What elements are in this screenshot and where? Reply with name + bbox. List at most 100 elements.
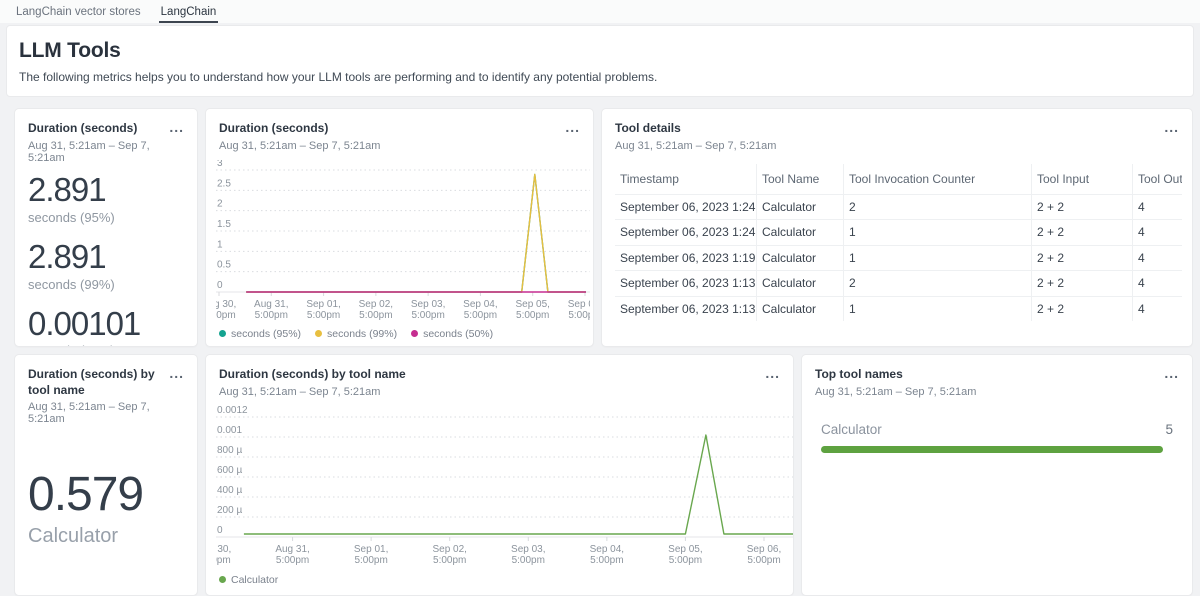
svg-text:600 µ: 600 µ bbox=[217, 465, 242, 476]
svg-text:Sep 03,: Sep 03, bbox=[411, 299, 445, 310]
panel-tool-details: Tool details Aug 31, 5:21am – Sep 7, 5:2… bbox=[601, 108, 1193, 347]
tab-langchain-vector-stores[interactable]: LangChain vector stores bbox=[14, 2, 143, 23]
table-cell: 1 bbox=[843, 297, 1031, 322]
panel-time-range: Aug 31, 5:21am – Sep 7, 5:21am bbox=[28, 140, 169, 164]
table-cell: Calculator bbox=[756, 297, 843, 322]
legend-item[interactable]: seconds (95%) bbox=[219, 328, 301, 340]
table-cell: September 06, 2023 1:24:36 bbox=[615, 200, 756, 214]
svg-text:5:00pm: 5:00pm bbox=[216, 555, 231, 566]
svg-text:2.5: 2.5 bbox=[217, 178, 231, 189]
table-cell: 2 + 2 bbox=[1031, 271, 1132, 296]
svg-text:5:00pm: 5:00pm bbox=[568, 310, 590, 321]
svg-text:Sep 05,: Sep 05, bbox=[668, 544, 702, 555]
table-cell: 1 bbox=[843, 220, 1031, 245]
table-header-cell: Tool Name bbox=[756, 164, 843, 194]
svg-text:5:00pm: 5:00pm bbox=[354, 555, 387, 566]
svg-text:0.0012: 0.0012 bbox=[217, 406, 248, 416]
svg-text:3: 3 bbox=[217, 160, 223, 169]
table-row: September 06, 2023 1:24:26Calculator12 +… bbox=[615, 219, 1182, 245]
table-cell: 2 + 2 bbox=[1031, 220, 1132, 245]
bar bbox=[821, 446, 1163, 453]
table-cell: 4 bbox=[1132, 271, 1182, 296]
panel-title: Tool details bbox=[615, 121, 776, 137]
legend-item[interactable]: seconds (50%) bbox=[411, 328, 493, 340]
panel-duration-stats: Duration (seconds) Aug 31, 5:21am – Sep … bbox=[14, 108, 198, 347]
table-cell: Calculator bbox=[756, 246, 843, 271]
svg-text:1.5: 1.5 bbox=[217, 219, 231, 230]
panel-time-range: Aug 31, 5:21am – Sep 7, 5:21am bbox=[615, 140, 776, 152]
svg-text:5:00pm: 5:00pm bbox=[216, 310, 236, 321]
svg-text:5:00pm: 5:00pm bbox=[359, 310, 392, 321]
svg-text:200 µ: 200 µ bbox=[217, 505, 242, 516]
table-cell: September 06, 2023 1:19:33 bbox=[615, 251, 756, 265]
panel-title: Duration (seconds) bbox=[219, 121, 380, 137]
panel-title: Top tool names bbox=[815, 367, 976, 383]
svg-text:5:00pm: 5:00pm bbox=[464, 310, 497, 321]
panel-menu-icon[interactable]: ... bbox=[1164, 367, 1179, 379]
panel-menu-icon[interactable]: ... bbox=[169, 121, 184, 133]
svg-text:0: 0 bbox=[217, 525, 223, 536]
legend-item[interactable]: Calculator bbox=[219, 574, 278, 586]
svg-text:5:00pm: 5:00pm bbox=[307, 310, 340, 321]
chart-legend: seconds (95%) seconds (99%) seconds (50%) bbox=[219, 328, 580, 340]
table-row: September 06, 2023 1:19:33Calculator12 +… bbox=[615, 245, 1182, 271]
svg-text:5:00pm: 5:00pm bbox=[512, 555, 545, 566]
svg-text:Sep 04,: Sep 04, bbox=[463, 299, 497, 310]
svg-text:5:00pm: 5:00pm bbox=[255, 310, 288, 321]
stat-value-p95: 2.891 bbox=[28, 172, 184, 209]
legend-dot-icon bbox=[315, 330, 322, 337]
table-cell: September 06, 2023 1:13:33 bbox=[615, 302, 756, 316]
big-stat-value: 0.579 bbox=[28, 471, 184, 519]
legend-dot-icon bbox=[219, 330, 226, 337]
table-cell: 2 bbox=[843, 195, 1031, 220]
table-cell: 4 bbox=[1132, 246, 1182, 271]
table-cell: 2 + 2 bbox=[1031, 246, 1132, 271]
table-header-cell: Tool Input bbox=[1031, 164, 1132, 194]
panel-top-tool-names: Top tool names Aug 31, 5:21am – Sep 7, 5… bbox=[801, 354, 1193, 596]
svg-text:Sep 06,: Sep 06, bbox=[747, 544, 781, 555]
table-row: September 06, 2023 1:13:39Calculator22 +… bbox=[615, 270, 1182, 296]
duration-line-chart: 00.511.522.53Aug 30,5:00pmAug 31,5:00pmS… bbox=[216, 160, 580, 322]
svg-text:Aug 31,: Aug 31, bbox=[275, 544, 309, 555]
stat-value-p99: 2.891 bbox=[28, 239, 184, 276]
big-stat-label: Calculator bbox=[28, 525, 184, 548]
svg-text:5:00pm: 5:00pm bbox=[590, 555, 623, 566]
tool-details-table: TimestampTool NameTool Invocation Counte… bbox=[615, 164, 1182, 322]
svg-text:Sep 06,: Sep 06, bbox=[568, 299, 590, 310]
panel-title: Duration (seconds) by tool name bbox=[219, 367, 406, 383]
panel-duration-by-tool-chart: Duration (seconds) by tool name Aug 31, … bbox=[205, 354, 794, 596]
svg-text:5:00pm: 5:00pm bbox=[411, 310, 444, 321]
svg-text:Sep 04,: Sep 04, bbox=[590, 544, 624, 555]
legend-dot-icon bbox=[411, 330, 418, 337]
panel-menu-icon[interactable]: ... bbox=[765, 367, 780, 379]
svg-text:Sep 02,: Sep 02, bbox=[359, 299, 393, 310]
page-header: LLM Tools The following metrics helps yo… bbox=[6, 25, 1194, 97]
legend-dot-icon bbox=[219, 576, 226, 583]
table-cell: Calculator bbox=[756, 195, 843, 220]
stat-value-p50: 0.00101 bbox=[28, 306, 184, 343]
table-cell: 2 + 2 bbox=[1031, 297, 1132, 322]
table-cell: 2 bbox=[843, 271, 1031, 296]
duration-by-tool-line-chart: 0200 µ400 µ600 µ800 µ0.0010.0012Aug 30,5… bbox=[216, 406, 780, 568]
table-cell: Calculator bbox=[756, 220, 843, 245]
tab-langchain[interactable]: LangChain bbox=[159, 2, 219, 23]
legend-item[interactable]: seconds (99%) bbox=[315, 328, 397, 340]
svg-text:Sep 02,: Sep 02, bbox=[432, 544, 466, 555]
svg-text:Sep 03,: Sep 03, bbox=[511, 544, 545, 555]
table-header-cell: Tool Output bbox=[1132, 164, 1182, 194]
panel-title: Duration (seconds) bbox=[28, 121, 169, 137]
top-tool-bars: Calculator5 bbox=[815, 422, 1179, 453]
panel-menu-icon[interactable]: ... bbox=[565, 121, 580, 133]
panel-time-range: Aug 31, 5:21am – Sep 7, 5:21am bbox=[28, 401, 166, 425]
stat-label-p50: seconds (50%) bbox=[28, 343, 184, 347]
table-header-cell: Tool Invocation Counter bbox=[843, 164, 1031, 194]
page-title: LLM Tools bbox=[19, 39, 1181, 63]
panel-menu-icon[interactable]: ... bbox=[169, 367, 184, 379]
svg-text:5:00pm: 5:00pm bbox=[747, 555, 780, 566]
stat-label-p99: seconds (99%) bbox=[28, 277, 184, 292]
svg-text:1: 1 bbox=[217, 239, 223, 250]
svg-text:800 µ: 800 µ bbox=[217, 445, 242, 456]
svg-text:Sep 01,: Sep 01, bbox=[306, 299, 340, 310]
svg-text:5:00pm: 5:00pm bbox=[276, 555, 309, 566]
panel-menu-icon[interactable]: ... bbox=[1164, 121, 1179, 133]
